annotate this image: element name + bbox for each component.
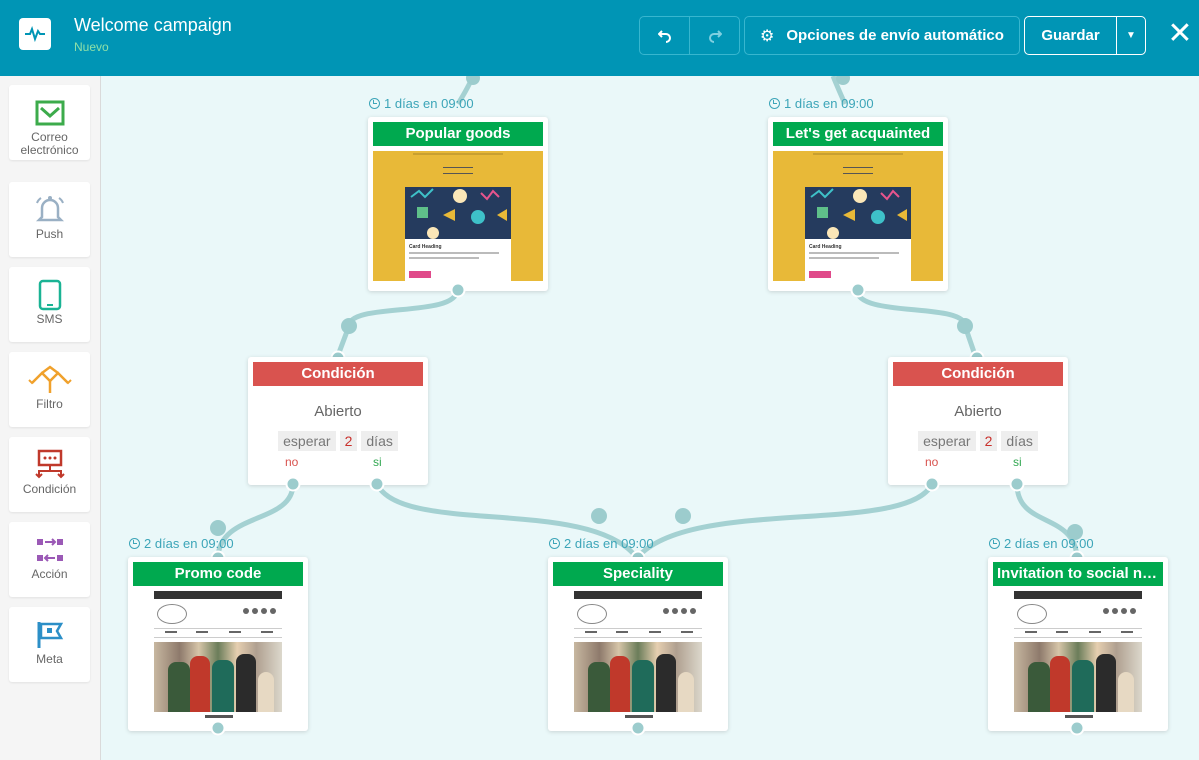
palette-item-condition[interactable]: Condición [9, 437, 90, 512]
delay-label: 1 días en 09:00 [769, 96, 874, 111]
email-node-invitation-to-social[interactable]: Invitation to social ne... [988, 557, 1168, 731]
condition-no-label: no [925, 455, 939, 469]
condition-event: Abierto [954, 403, 1002, 420]
yes-branch-port[interactable] [369, 476, 385, 492]
palette-item-sms[interactable]: SMS [9, 267, 90, 342]
no-branch-port[interactable] [924, 476, 940, 492]
palette-item-filter[interactable]: Filtro [9, 352, 90, 427]
element-palette: Correo electrónico Push SMS Filtro Condi… [0, 76, 101, 760]
delay-label: 2 días en 09:00 [549, 536, 654, 551]
condition-yes-label: si [1013, 455, 1022, 469]
delay-label: 2 días en 09:00 [989, 536, 1094, 551]
output-port[interactable] [630, 720, 646, 736]
condition-icon [33, 449, 67, 481]
auto-send-options-button[interactable]: ⚙ Opciones de envío automático [744, 16, 1020, 55]
no-branch-port[interactable] [285, 476, 301, 492]
app-logo-icon [19, 18, 51, 50]
yes-branch-port[interactable] [1009, 476, 1025, 492]
clock-icon [989, 538, 1000, 549]
email-template-preview: Card Heading [773, 151, 943, 281]
condition-title: Condición [253, 362, 423, 386]
palette-item-label: Push [35, 227, 64, 241]
filter-icon [27, 364, 72, 396]
bell-icon [34, 194, 66, 226]
redo-icon [708, 29, 722, 43]
save-dropdown-button[interactable]: ▼ [1116, 16, 1146, 55]
top-bar: Welcome campaign Nuevo ⚙ Opciones de env… [0, 0, 1199, 76]
palette-item-label: Condición [22, 482, 77, 496]
email-node-title: Invitation to social ne... [993, 562, 1163, 586]
palette-item-label: SMS [36, 312, 63, 326]
workflow-canvas[interactable]: 1 días en 09:00 Popular goods Card Headi… [101, 76, 1199, 760]
palette-item-goal[interactable]: Meta [9, 607, 90, 682]
campaign-title[interactable]: Welcome campaign [74, 15, 232, 36]
save-button[interactable]: Guardar [1024, 16, 1117, 55]
delay-label: 1 días en 09:00 [369, 96, 474, 111]
palette-item-label: Filtro [36, 397, 63, 411]
chevron-down-icon: ▼ [1126, 30, 1136, 41]
condition-wait: esperar 2 días [888, 431, 1068, 451]
condition-node[interactable]: Condición Abierto esperar 2 días no si [888, 357, 1068, 485]
condition-yes-label: si [373, 455, 382, 469]
email-template-preview [133, 591, 303, 721]
email-node-title: Promo code [133, 562, 303, 586]
close-icon[interactable]: ✕ [1165, 16, 1195, 52]
delay-label: 2 días en 09:00 [129, 536, 234, 551]
envelope-icon [35, 97, 65, 129]
clock-icon [769, 98, 780, 109]
redo-button[interactable] [689, 16, 740, 55]
email-node-title: Popular goods [373, 122, 543, 146]
output-port[interactable] [1069, 720, 1085, 736]
phone-icon [38, 279, 62, 311]
condition-title: Condición [893, 362, 1063, 386]
gear-icon: ⚙ [760, 27, 775, 45]
palette-item-email[interactable]: Correo electrónico [9, 85, 90, 160]
email-node-popular-goods[interactable]: Popular goods Card Heading [368, 117, 548, 291]
clock-icon [369, 98, 380, 109]
palette-item-action[interactable]: Acción [9, 522, 90, 597]
campaign-status: Nuevo [74, 40, 109, 54]
email-node-title: Let's get acquainted [773, 122, 943, 146]
email-template-preview [553, 591, 723, 721]
condition-event: Abierto [314, 403, 362, 420]
undo-icon [657, 29, 671, 43]
undo-button[interactable] [639, 16, 690, 55]
email-node-speciality[interactable]: Speciality [548, 557, 728, 731]
output-port[interactable] [210, 720, 226, 736]
email-node-lets-get-acquainted[interactable]: Let's get acquainted Card Heading [768, 117, 948, 291]
auto-send-options-label: Opciones de envío automático [786, 27, 1004, 44]
action-icon [35, 534, 65, 566]
condition-no-label: no [285, 455, 299, 469]
email-template-preview: Card Heading [373, 151, 543, 281]
palette-item-label: Acción [31, 567, 68, 581]
email-template-preview [993, 591, 1163, 721]
flag-icon [35, 619, 65, 651]
palette-item-push[interactable]: Push [9, 182, 90, 257]
palette-item-label: Correo electrónico [20, 130, 79, 157]
clock-icon [129, 538, 140, 549]
palette-item-label: Meta [36, 652, 63, 666]
email-node-title: Speciality [553, 562, 723, 586]
output-port[interactable] [850, 282, 866, 298]
condition-node[interactable]: Condición Abierto esperar 2 días no si [248, 357, 428, 485]
output-port[interactable] [450, 282, 466, 298]
email-node-promo-code[interactable]: Promo code [128, 557, 308, 731]
clock-icon [549, 538, 560, 549]
condition-wait: esperar 2 días [248, 431, 428, 451]
